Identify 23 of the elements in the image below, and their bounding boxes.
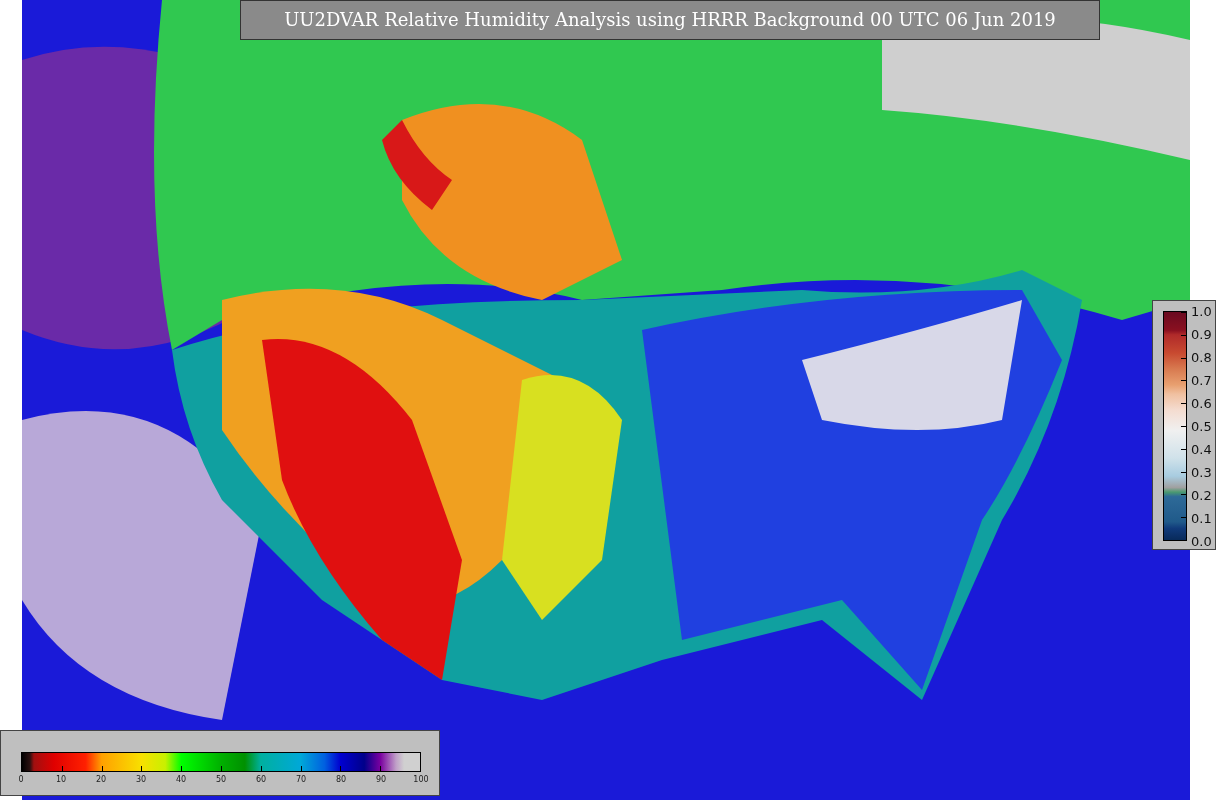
tick-label: 60 bbox=[255, 775, 267, 784]
tick-label: 0.8 bbox=[1191, 349, 1212, 365]
tick-label: 40 bbox=[175, 775, 187, 784]
tick-label: 0.9 bbox=[1191, 326, 1212, 342]
tick-label: 50 bbox=[215, 775, 227, 784]
tick-label: 0.2 bbox=[1191, 487, 1212, 503]
tick-label: 20 bbox=[95, 775, 107, 784]
tick-label: 30 bbox=[135, 775, 147, 784]
tick-label: 90 bbox=[375, 775, 387, 784]
tick-label: 0.5 bbox=[1191, 418, 1212, 434]
tick-label: 10 bbox=[55, 775, 67, 784]
tick-label: 0.1 bbox=[1191, 510, 1212, 526]
tick-label: 0 bbox=[18, 775, 24, 784]
tick-label: 0.3 bbox=[1191, 464, 1212, 480]
tick-label: 1.0 bbox=[1191, 303, 1212, 319]
map-title: UU2DVAR Relative Humidity Analysis using HRRR Background 00 UTC 06 Jun 2019 bbox=[240, 0, 1100, 40]
tick-label: 0.0 bbox=[1191, 533, 1212, 549]
tick-label: 0.4 bbox=[1191, 441, 1212, 457]
tick-label: 70 bbox=[295, 775, 307, 784]
tick-label: 0.6 bbox=[1191, 395, 1212, 411]
tick-label: 80 bbox=[335, 775, 347, 784]
tick-label: 100 bbox=[413, 775, 429, 784]
tick-label: 0.7 bbox=[1191, 372, 1212, 388]
